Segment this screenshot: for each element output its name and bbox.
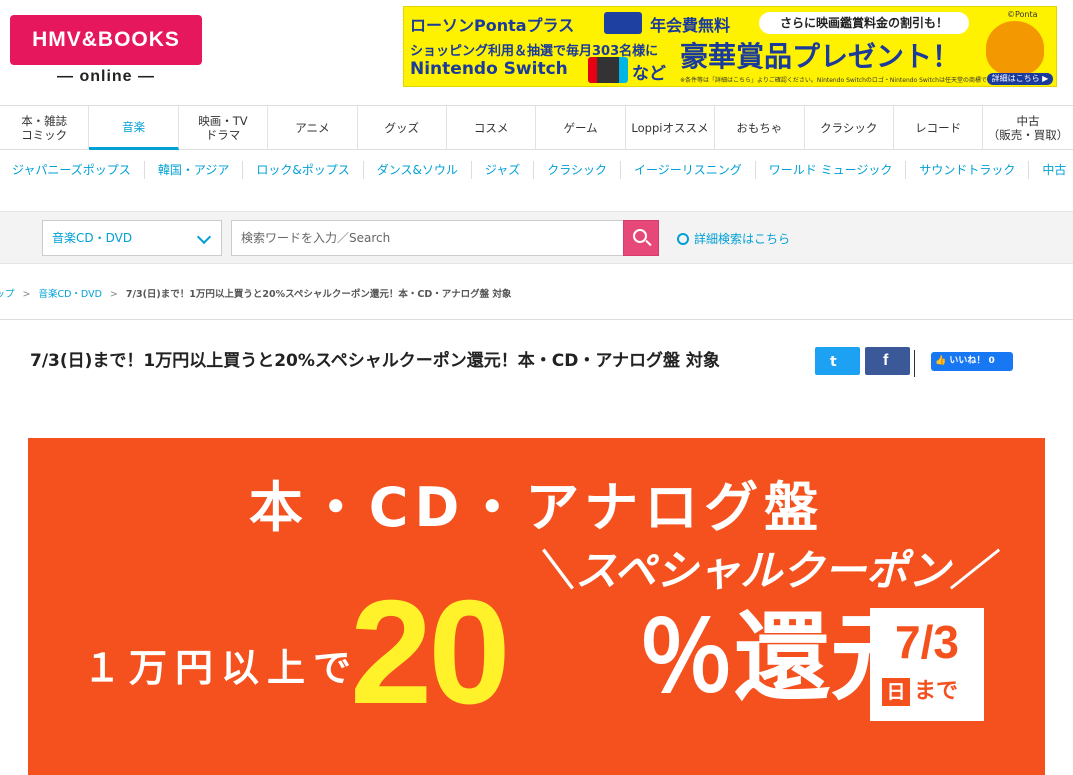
nav-tab-5[interactable]: コスメ — [447, 106, 537, 150]
twitter-share-button[interactable]: t — [815, 347, 860, 375]
ad-line1: ローソンPontaプラス — [410, 16, 575, 35]
nav-tab-1[interactable]: 音楽 — [89, 106, 179, 150]
nav-tab-10[interactable]: レコード — [894, 106, 984, 150]
ad-headline: 豪華賞品プレゼント！ — [680, 40, 961, 73]
breadcrumb-sep: > — [109, 289, 118, 300]
facebook-share-button[interactable]: f — [865, 347, 910, 375]
ad-note: ※条件等は「詳細はこちら」よりご確認ください。Nintendo Switchのロ… — [680, 77, 999, 84]
nav-tab-6[interactable]: ゲーム — [536, 106, 626, 150]
date-badge-date: 7/3 — [895, 616, 959, 668]
subnav-item-6[interactable]: イージーリスニング — [621, 161, 756, 179]
date-badge-day: 日 — [882, 678, 910, 706]
nav-tab-7[interactable]: Loppiオススメ — [626, 106, 716, 150]
search-bar: 音楽CD・DVD 詳細検索はこちら — [0, 211, 1073, 264]
ad-line3: Nintendo Switch — [410, 59, 568, 79]
nav-tab-2[interactable]: 映画・TV ドラマ — [179, 106, 269, 150]
breadcrumb: トップ > 音楽CD・DVD >7/3(日)まで！1万円以上買うと20%スペシャルクー… — [0, 286, 511, 300]
zoom-icon — [677, 233, 689, 245]
search-input[interactable] — [231, 220, 624, 256]
subnav-item-4[interactable]: ジャズ — [472, 161, 535, 179]
subnav-item-0[interactable]: ジャパニーズポップス — [0, 161, 145, 179]
date-badge: 7/3 日 まで — [870, 608, 984, 721]
ad-nado: など — [632, 64, 666, 84]
ponta-mascot-icon — [986, 21, 1044, 75]
search-button[interactable] — [623, 220, 659, 256]
breadcrumb-current: 7/3(日)まで！1万円以上買うと20%スペシャルクーポン還元！本・CD・アナロ… — [125, 289, 512, 300]
category-select[interactable]: 音楽CD・DVD — [42, 220, 222, 256]
nav-tab-9[interactable]: クラシック — [805, 106, 894, 150]
subnav-item-7[interactable]: ワールド ミュージック — [756, 161, 907, 179]
ad-fee: 年会費無料 — [650, 16, 731, 35]
hero-banner[interactable]: 本・CD・アナログ盤 ＼スペシャルクーポン／ １万円以上で 20 ％還元 7/3… — [28, 438, 1045, 775]
hero-percent-number: 20 — [350, 570, 511, 735]
nav-tab-0[interactable]: 本・雑誌 コミック — [0, 106, 90, 150]
facebook-icon: f — [883, 352, 889, 369]
ad-detail-button[interactable]: 詳細はこちら ▶ — [987, 73, 1053, 85]
ad-copyright: ©Ponta — [1007, 10, 1038, 19]
breadcrumb-top[interactable]: トップ — [0, 289, 15, 300]
date-badge-until: まで — [914, 679, 959, 704]
hero-coupon: ＼スペシャルクーポン／ — [533, 546, 993, 595]
ad-card-icon — [604, 12, 642, 34]
site-header: HMV&BOOKS — online — ローソンPontaプラス 年会費無料 … — [0, 0, 1073, 105]
switch-console-icon — [588, 57, 628, 83]
primary-nav: 本・雑誌 コミック 音楽 映画・TV ドラマ アニメ グッズ コスメ ゲーム Loppiオスス… — [0, 105, 1073, 150]
nav-tab-4[interactable]: グッズ — [358, 106, 447, 150]
secondary-nav: ジャパニーズポップス 韓国・アジア ロック&ポップス ダンス&ソウル ジャズ クラシックイ… — [0, 150, 1073, 190]
page-title: 7/3(日)まで！1万円以上買うと20%スペシャルクーポン還元！本・CD・アナロ… — [30, 351, 720, 371]
hero-condition: １万円以上で — [83, 646, 360, 690]
nav-tab-11[interactable]: 中古 （販売・買取） — [983, 106, 1072, 150]
twitter-icon: t — [830, 354, 837, 370]
subnav-item-2[interactable]: ロック&ポップス — [243, 161, 364, 179]
ad-banner[interactable]: ローソンPontaプラス 年会費無料 さらに映画鑑賞料金の割引も！ ©Ponta… — [403, 6, 1057, 87]
subnav-item-5[interactable]: クラシック — [534, 161, 621, 179]
nav-tab-8[interactable]: おもちゃ — [715, 106, 805, 150]
site-logo-subtitle[interactable]: — online — — [10, 68, 202, 86]
subnav-item-1[interactable]: 韓国・アジア — [145, 161, 244, 179]
site-logo[interactable]: HMV&BOOKS — [10, 15, 202, 65]
subnav-item-3[interactable]: ダンス&ソウル — [364, 161, 472, 179]
subnav-item-9[interactable]: 中古 — [1029, 161, 1073, 179]
hero-line1: 本・CD・アナログ盤 — [248, 476, 825, 539]
breadcrumb-sep: > — [22, 289, 31, 300]
advanced-search-link[interactable]: 詳細検索はこちら — [677, 230, 790, 247]
advanced-search-label: 詳細検索はこちら — [694, 232, 791, 246]
chevron-down-icon — [196, 229, 212, 245]
subnav-item-8[interactable]: サウンドトラック — [906, 161, 1030, 179]
facebook-like-button[interactable]: 👍 いいね！ 0 — [931, 352, 1013, 371]
category-select-value: 音楽CD・DVD — [52, 231, 133, 245]
ad-pill: さらに映画鑑賞料金の割引も！ — [759, 12, 969, 34]
share-divider — [914, 350, 915, 377]
breadcrumb-category[interactable]: 音楽CD・DVD — [38, 289, 101, 300]
nav-tab-3[interactable]: アニメ — [268, 106, 358, 150]
divider — [0, 319, 1073, 320]
